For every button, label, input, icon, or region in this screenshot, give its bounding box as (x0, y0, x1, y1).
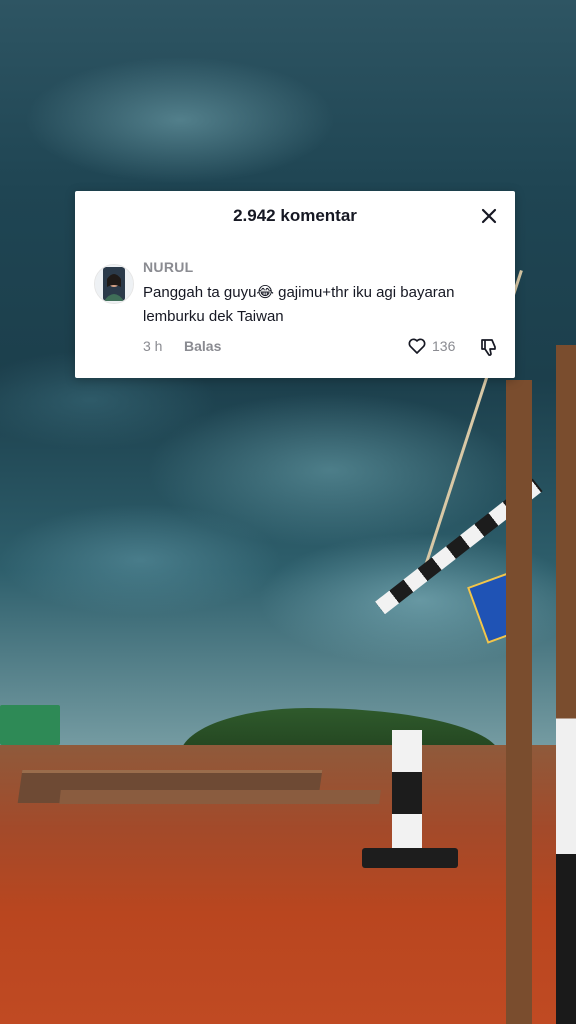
like-count: 136 (432, 338, 456, 354)
close-icon (481, 208, 497, 224)
background-video-frame (0, 0, 576, 1024)
green-shed (0, 705, 60, 745)
comment-timestamp: 3 h (143, 338, 163, 354)
reply-button[interactable]: Balas (184, 338, 221, 354)
comments-count-title: 2.942 komentar (233, 206, 357, 225)
lumber-pile-top (59, 790, 381, 804)
storm-sky (0, 0, 576, 760)
wooden-post (506, 380, 532, 1024)
gate-barrier-base (362, 848, 458, 868)
comments-panel: 2.942 komentar NURUL Panggah ta guyu😂 ga… (75, 191, 515, 378)
dislike-button[interactable] (478, 336, 500, 358)
close-button[interactable] (478, 205, 500, 227)
comment-username[interactable]: NURUL (143, 259, 194, 275)
thumbs-down-icon (481, 339, 496, 356)
avatar[interactable] (94, 264, 134, 304)
avatar-image (95, 265, 133, 303)
comment-text: Panggah ta guyu😂 gajimu+thr iku agi baya… (143, 284, 455, 325)
gate-barrier-post (392, 730, 422, 850)
like-button[interactable] (407, 336, 427, 356)
heart-outline-icon (408, 338, 426, 354)
striped-post (556, 345, 576, 1024)
